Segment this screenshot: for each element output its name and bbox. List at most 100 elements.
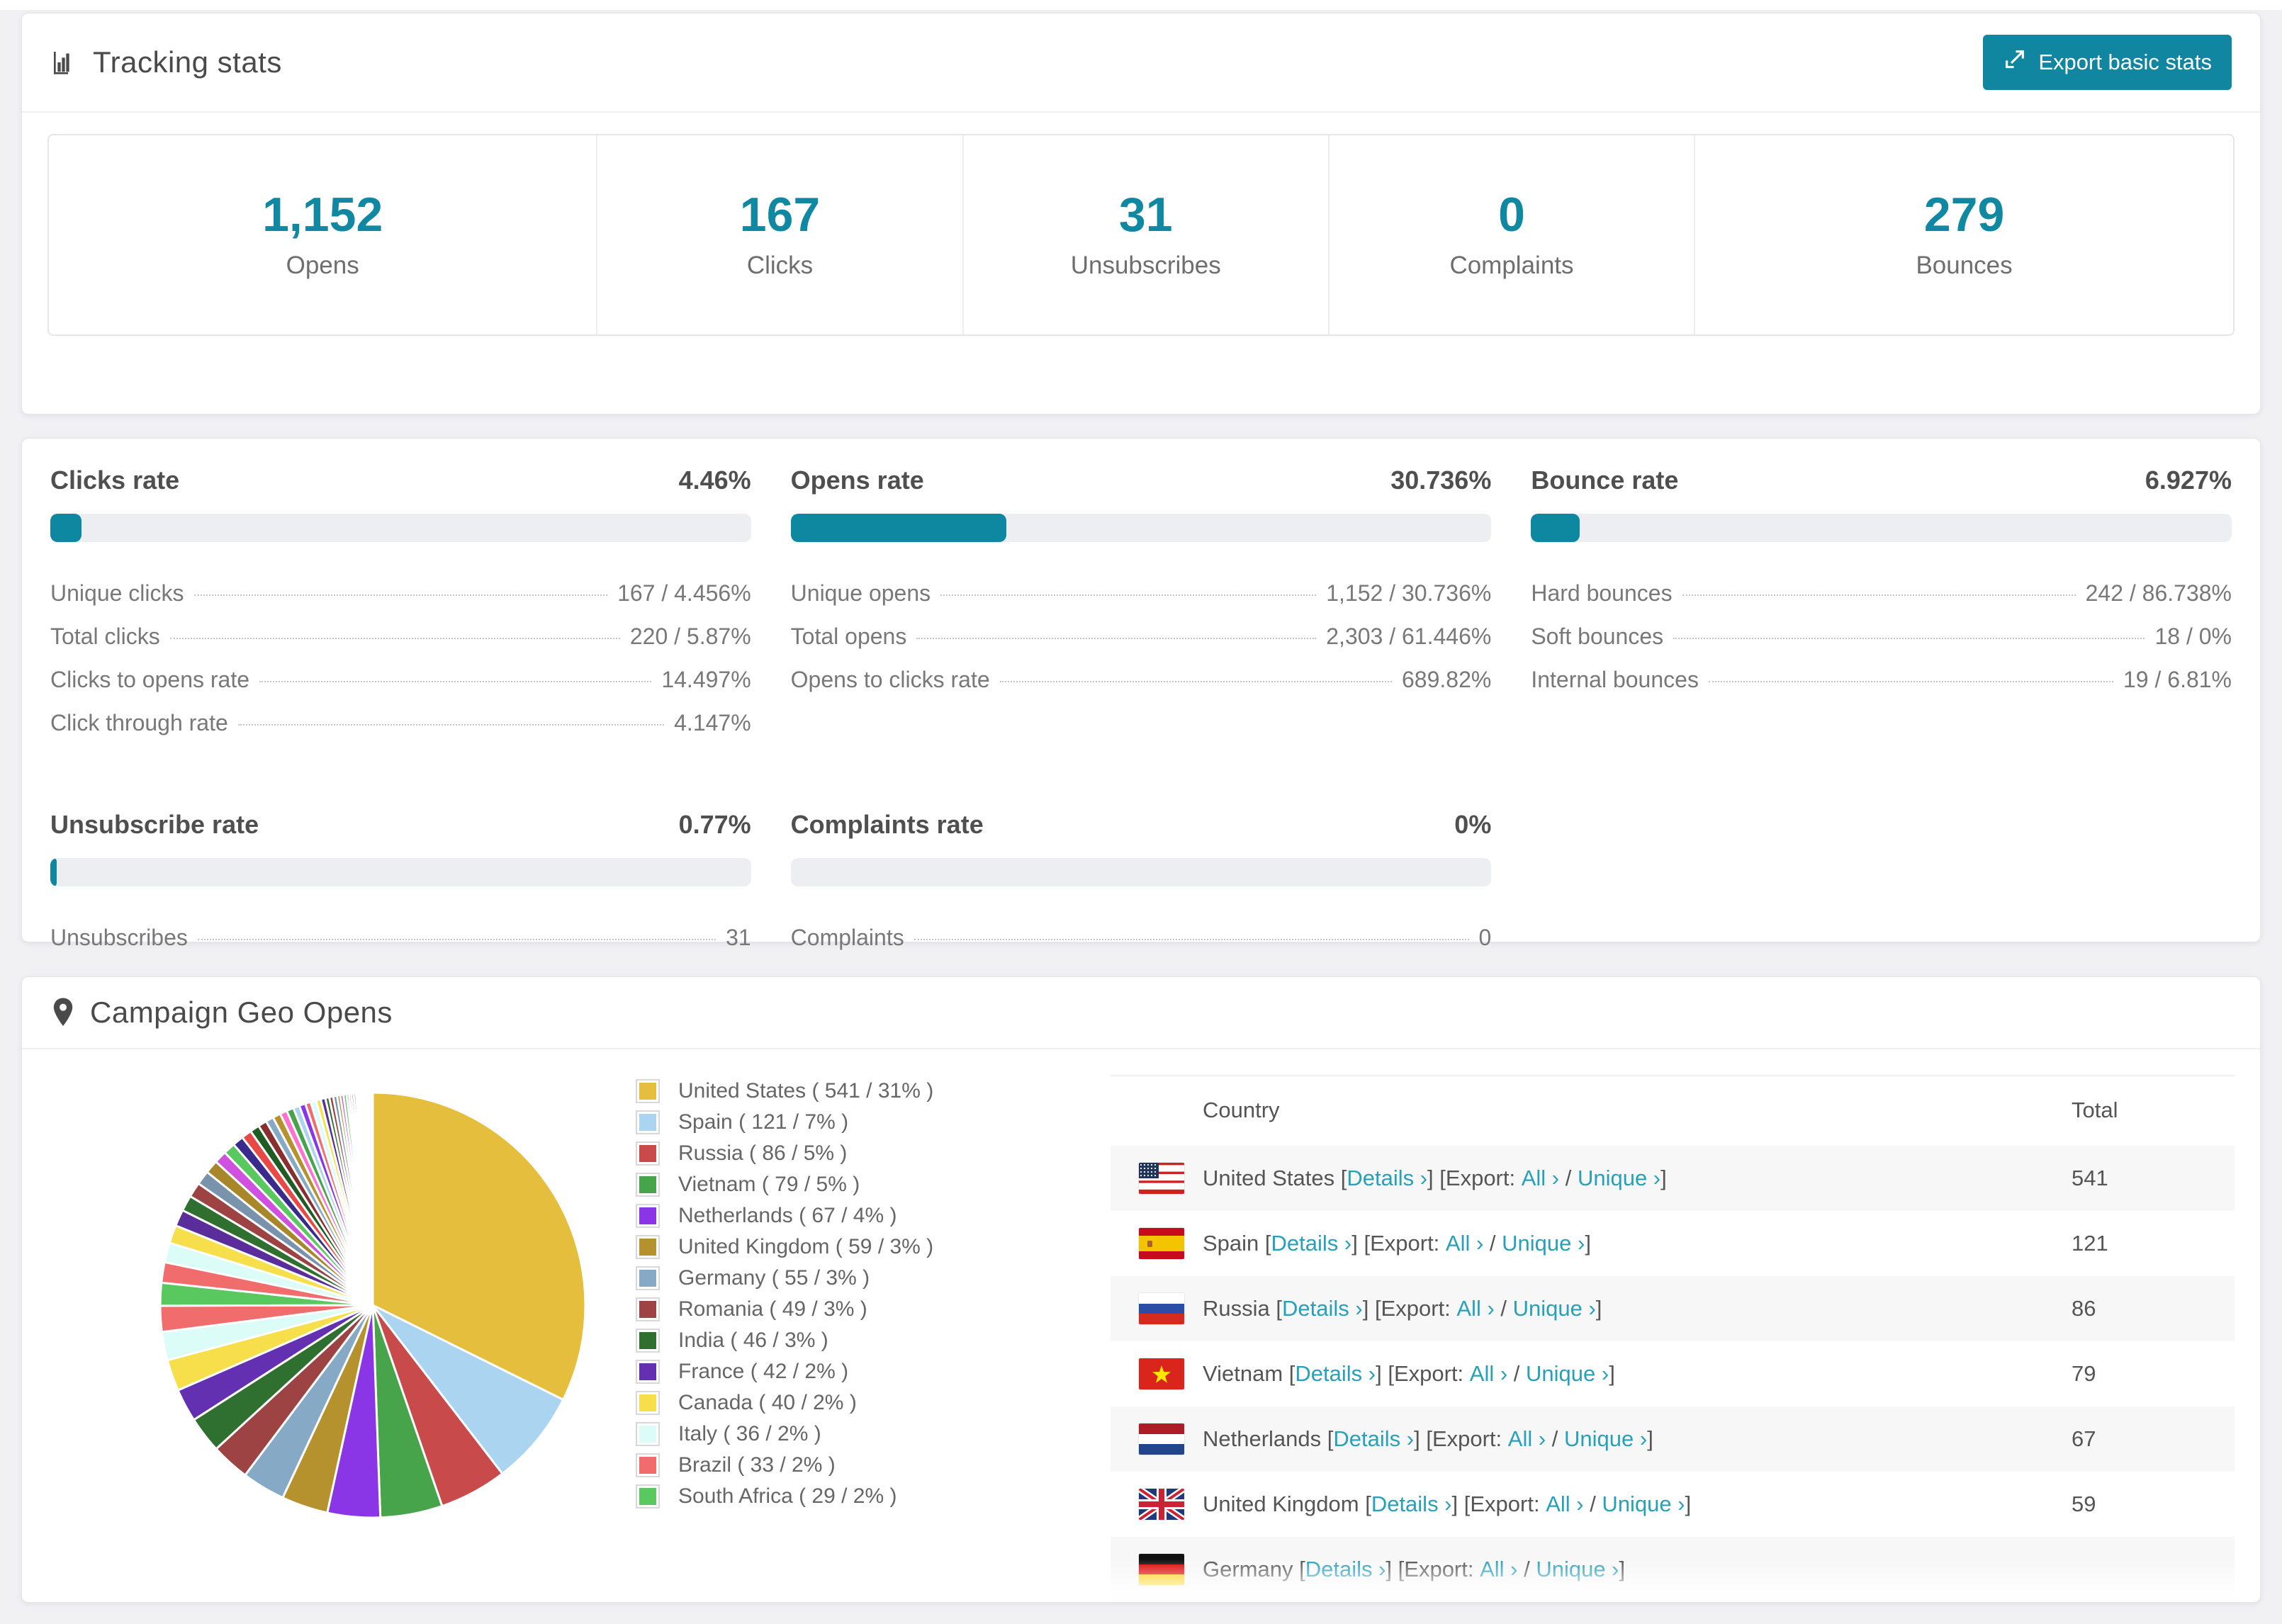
export-unique-link[interactable]: Unique › bbox=[1558, 1426, 1647, 1452]
bracket: [ bbox=[1293, 1557, 1305, 1581]
details-link[interactable]: Details › bbox=[1271, 1231, 1352, 1256]
export-all-link[interactable]: All › bbox=[1473, 1557, 1517, 1582]
tracking-stats-card: Tracking stats Export basic stats 1,152 … bbox=[21, 13, 2261, 415]
export-all-link[interactable]: All › bbox=[1463, 1361, 1507, 1387]
country-total: 86 bbox=[2072, 1296, 2096, 1321]
dotted-leader bbox=[940, 594, 1317, 596]
export-label: [Export: bbox=[1433, 1166, 1516, 1190]
flag-vn-icon bbox=[1139, 1358, 1184, 1389]
legend-swatch bbox=[636, 1329, 660, 1353]
export-label: [Export: bbox=[1392, 1557, 1474, 1581]
dotted-leader bbox=[916, 638, 1317, 639]
country-total: 59 bbox=[2072, 1492, 2096, 1516]
rate-detail-row: Internal bounces 19 / 6.81% bbox=[1531, 658, 2232, 701]
rate-title: Unsubscribe rate bbox=[50, 810, 259, 839]
summary-stat-opens: 1,152 Opens bbox=[49, 135, 598, 334]
column-header-country: Country bbox=[1203, 1098, 1280, 1122]
rate-row-value: 242 / 86.738% bbox=[2085, 580, 2232, 606]
bracket: [ bbox=[1334, 1166, 1347, 1190]
rate-percent: 0% bbox=[1454, 810, 1492, 839]
legend-label: South Africa ( 29 / 2% ) bbox=[678, 1484, 897, 1508]
summary-stat-bounces: 279 Bounces bbox=[1695, 135, 2233, 334]
rate-percent: 0.77% bbox=[678, 810, 751, 839]
export-all-link[interactable]: All › bbox=[1540, 1492, 1583, 1517]
legend-item: Canada ( 40 / 2% ) bbox=[636, 1391, 1089, 1415]
page-title: Tracking stats bbox=[93, 45, 282, 79]
legend-swatch bbox=[636, 1235, 660, 1259]
export-unique-link[interactable]: Unique › bbox=[1571, 1166, 1660, 1191]
bracket: [ bbox=[1359, 1492, 1371, 1516]
rate-row-label: Unsubscribes bbox=[50, 925, 188, 950]
rate-progress-bar bbox=[790, 858, 1492, 886]
rate-row-value: 19 / 6.81% bbox=[2123, 667, 2232, 692]
legend-swatch bbox=[636, 1204, 660, 1228]
export-label: [Export: bbox=[1357, 1231, 1440, 1256]
rate-row-value: 4.147% bbox=[674, 710, 751, 735]
export-unique-link[interactable]: Unique › bbox=[1507, 1296, 1596, 1321]
pie-legend: United States ( 541 / 31% ) Spain ( 121 … bbox=[636, 1079, 1089, 1602]
rate-detail-row: Total opens 2,303 / 61.446% bbox=[791, 615, 1492, 658]
details-link[interactable]: Details › bbox=[1347, 1166, 1427, 1191]
country-name: United States bbox=[1203, 1166, 1335, 1190]
legend-label: Netherlands ( 67 / 4% ) bbox=[678, 1204, 897, 1227]
rate-panel-opens-rate: Opens rate 30.736% Unique opens 1,152 / … bbox=[790, 466, 1492, 745]
export-unique-link[interactable]: Unique › bbox=[1596, 1492, 1685, 1517]
bracket: ] bbox=[1609, 1361, 1615, 1386]
slash: / bbox=[1583, 1492, 1596, 1516]
export-basic-stats-button[interactable]: Export basic stats bbox=[1983, 35, 2232, 90]
legend-label: Vietnam ( 79 / 5% ) bbox=[678, 1173, 860, 1196]
export-unique-link[interactable]: Unique › bbox=[1519, 1361, 1609, 1387]
summary-stat-clicks: 167 Clicks bbox=[597, 135, 964, 334]
geo-table-row-es: Spain [Details ›] [Export: All › / Uniqu… bbox=[1111, 1211, 2235, 1276]
legend-label: United Kingdom ( 59 / 3% ) bbox=[678, 1235, 934, 1258]
country-name: Spain bbox=[1203, 1231, 1259, 1256]
geo-table-row-us: United States [Details ›] [Export: All ›… bbox=[1111, 1146, 2235, 1211]
rate-title: Complaints rate bbox=[790, 810, 984, 839]
dotted-leader bbox=[1708, 681, 2113, 682]
legend-label: Italy ( 36 / 2% ) bbox=[678, 1422, 821, 1445]
legend-item: South Africa ( 29 / 2% ) bbox=[636, 1484, 1089, 1509]
export-all-link[interactable]: All › bbox=[1451, 1296, 1494, 1321]
bracket: [ bbox=[1269, 1296, 1282, 1321]
export-all-link[interactable]: All › bbox=[1502, 1426, 1546, 1452]
geo-table-row-vn: Vietnam [Details ›] [Export: All › / Uni… bbox=[1111, 1341, 2235, 1406]
rate-row-label: Opens to clicks rate bbox=[790, 667, 990, 692]
export-unique-link[interactable]: Unique › bbox=[1530, 1557, 1619, 1582]
top-strip bbox=[0, 0, 2282, 10]
dotted-leader bbox=[193, 594, 608, 596]
export-all-link[interactable]: All › bbox=[1515, 1166, 1559, 1191]
legend-item: Vietnam ( 79 / 5% ) bbox=[636, 1173, 1089, 1197]
bracket: ] bbox=[1351, 1231, 1358, 1256]
details-link[interactable]: Details › bbox=[1305, 1557, 1386, 1582]
details-link[interactable]: Details › bbox=[1295, 1361, 1376, 1387]
legend-label: France ( 42 / 2% ) bbox=[678, 1360, 849, 1383]
rate-detail-row: Opens to clicks rate 689.82% bbox=[791, 658, 1492, 701]
country-total: 121 bbox=[2072, 1231, 2108, 1256]
legend-label: Spain ( 121 / 7% ) bbox=[678, 1110, 849, 1134]
pie-slice-other[interactable] bbox=[371, 1091, 374, 1306]
details-link[interactable]: Details › bbox=[1371, 1492, 1452, 1517]
details-link[interactable]: Details › bbox=[1282, 1296, 1363, 1321]
export-unique-link[interactable]: Unique › bbox=[1496, 1231, 1585, 1256]
legend-item: Romania ( 49 / 3% ) bbox=[636, 1297, 1089, 1321]
rate-title: Bounce rate bbox=[1531, 466, 1679, 495]
rate-title: Opens rate bbox=[790, 466, 924, 495]
rate-row-value: 1,152 / 30.736% bbox=[1326, 580, 1492, 606]
details-link[interactable]: Details › bbox=[1333, 1426, 1414, 1452]
bracket: [ bbox=[1259, 1231, 1271, 1256]
rate-percent: 6.927% bbox=[2145, 466, 2232, 495]
geo-body: United States ( 541 / 31% ) Spain ( 121 … bbox=[22, 1049, 2260, 1602]
rates-grid: Clicks rate 4.46% Unique clicks 167 / 4.… bbox=[50, 466, 2232, 959]
slash: / bbox=[1507, 1361, 1520, 1386]
bracket: [ bbox=[1321, 1426, 1334, 1451]
rate-panel-complaints-rate: Complaints rate 0% Complaints 0 bbox=[790, 810, 1492, 959]
rate-row-label: Total opens bbox=[790, 624, 907, 649]
slash: / bbox=[1494, 1296, 1507, 1321]
rate-percent: 30.736% bbox=[1390, 466, 1492, 495]
flag-us-icon bbox=[1139, 1163, 1184, 1194]
legend-label: Russia ( 86 / 5% ) bbox=[678, 1141, 848, 1165]
rate-row-value: 167 / 4.456% bbox=[617, 580, 751, 606]
export-all-link[interactable]: All › bbox=[1439, 1231, 1483, 1256]
country-total: 541 bbox=[2072, 1166, 2108, 1190]
tracking-stats-title-group: Tracking stats bbox=[50, 45, 282, 79]
